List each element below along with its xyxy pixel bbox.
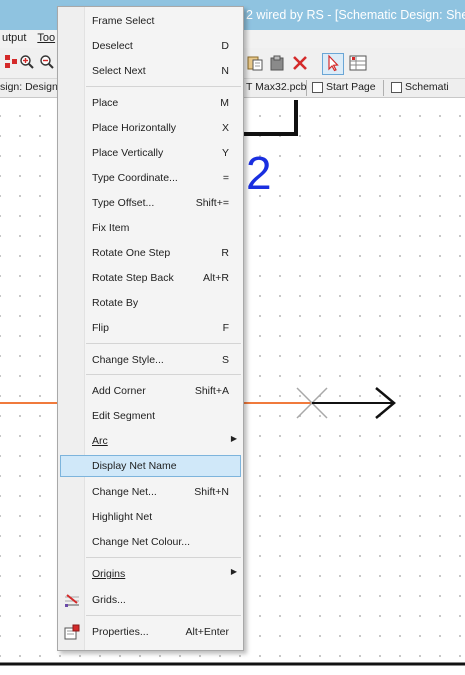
menu-item-label: Rotate One Step: [92, 247, 171, 259]
menu-item-place-vertically[interactable]: Place Vertically Y: [60, 142, 241, 164]
menu-item-label: Origins: [92, 568, 126, 580]
menu-item-origins[interactable]: Origins ▶: [60, 563, 241, 585]
menu-item-label: Display Net Name: [92, 460, 177, 472]
menu-separator: [86, 86, 241, 87]
menu-item-shortcut: X: [221, 122, 229, 134]
menu-item-label: Arc: [92, 435, 108, 447]
menu-item-label: Flip: [92, 322, 109, 334]
menu-item-select-next[interactable]: Select Next N: [60, 60, 241, 82]
menu-item-label: Select Next: [92, 65, 146, 77]
menu-item-display-net-name[interactable]: Display Net Name: [60, 455, 241, 477]
menu-item-edit-segment[interactable]: Edit Segment: [60, 405, 241, 427]
net-annotation: 2: [246, 147, 272, 199]
submenu-arrow-icon: ▶: [230, 434, 237, 443]
menu-item-label: Change Net...: [92, 486, 157, 498]
menu-item-label: Rotate By: [92, 297, 139, 309]
menu-item-label: Change Net Colour...: [92, 536, 191, 548]
menu-item-place-horizontally[interactable]: Place Horizontally X: [60, 117, 241, 139]
menu-item-change-net-colour[interactable]: Change Net Colour...: [60, 531, 241, 553]
menu-item-label: Edit Segment: [92, 410, 156, 422]
menu-item-rotate-by[interactable]: Rotate By: [60, 292, 241, 314]
menu-item-label: Add Corner: [92, 385, 146, 397]
menu-item-label: Frame Select: [92, 15, 155, 27]
menu-item-type-coordinate[interactable]: Type Coordinate... =: [60, 167, 241, 189]
menu-item-label: Type Offset...: [92, 197, 155, 209]
menu-item-label: Place Horizontally: [92, 122, 177, 134]
menu-separator: [86, 343, 241, 344]
menu-item-shortcut: Shift+N: [194, 486, 229, 498]
menu-item-properties[interactable]: Properties... Alt+Enter: [60, 621, 241, 643]
context-menu: Frame Select Deselect D Select Next N Pl…: [57, 6, 244, 651]
menu-item-label: Fix Item: [92, 222, 130, 234]
menu-item-label: Grids...: [92, 594, 126, 606]
menu-item-label: Highlight Net: [92, 511, 153, 523]
menu-item-label: Place Vertically: [92, 147, 164, 159]
menu-item-type-offset[interactable]: Type Offset... Shift+=: [60, 192, 241, 214]
menu-item-shortcut: S: [221, 354, 229, 366]
menu-item-shortcut: R: [221, 247, 229, 259]
menu-item-shortcut: =: [222, 172, 229, 184]
grid-icon: [63, 591, 81, 609]
menu-separator: [86, 615, 241, 616]
menu-item-shortcut: Alt+R: [203, 272, 229, 284]
menu-item-label: Properties...: [92, 626, 149, 638]
menu-item-flip[interactable]: Flip F: [60, 317, 241, 339]
menu-item-highlight-net[interactable]: Highlight Net: [60, 506, 241, 528]
menu-item-shortcut: Shift+=: [195, 197, 229, 209]
menu-item-rotate-step-back[interactable]: Rotate Step Back Alt+R: [60, 267, 241, 289]
menu-item-grids[interactable]: Grids...: [60, 589, 241, 611]
submenu-arrow-icon: ▶: [230, 567, 237, 576]
menu-item-place[interactable]: Place M: [60, 92, 241, 114]
menu-item-shortcut: Alt+Enter: [185, 626, 229, 638]
menu-item-frame-select[interactable]: Frame Select: [60, 10, 241, 32]
menu-item-label: Change Style...: [92, 354, 164, 366]
menu-item-label: Place: [92, 97, 119, 109]
menu-separator: [86, 557, 241, 558]
black-wire-top[interactable]: [240, 100, 298, 136]
menu-item-shortcut: N: [221, 65, 229, 77]
menu-item-shortcut: Shift+A: [194, 385, 229, 397]
menu-item-shortcut: M: [220, 97, 229, 109]
menu-item-shortcut: F: [222, 322, 229, 334]
menu-item-arc[interactable]: Arc ▶: [60, 430, 241, 452]
menu-item-change-net[interactable]: Change Net... Shift+N: [60, 481, 241, 503]
menu-item-add-corner[interactable]: Add Corner Shift+A: [60, 380, 241, 402]
menu-item-shortcut: Y: [221, 147, 229, 159]
menu-item-label: Deselect: [92, 40, 133, 52]
menu-item-shortcut: D: [221, 40, 229, 52]
menu-item-rotate-one-step[interactable]: Rotate One Step R: [60, 242, 241, 264]
menu-separator: [86, 374, 241, 375]
menu-item-label: Type Coordinate...: [92, 172, 178, 184]
menu-item-label: Rotate Step Back: [92, 272, 174, 284]
properties-icon: [63, 623, 81, 641]
menu-item-fix-item[interactable]: Fix Item: [60, 217, 241, 239]
menu-item-deselect[interactable]: Deselect D: [60, 35, 241, 57]
menu-item-change-style[interactable]: Change Style... S: [60, 349, 241, 371]
